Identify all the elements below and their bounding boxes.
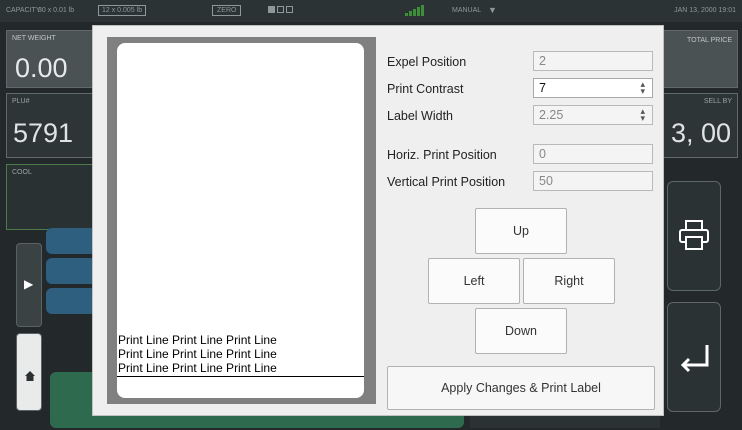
- printer-icon: [679, 220, 709, 250]
- horiz-print-position-field: 0: [533, 144, 653, 164]
- print-contrast-value: 7: [539, 81, 546, 95]
- play-icon: ▶: [24, 277, 34, 291]
- zero-indicator: ZERO: [212, 5, 242, 16]
- cool-label: COOL: [12, 169, 32, 176]
- datetime: JAN 13, 2000 19:01: [674, 7, 736, 14]
- sell-by-label: SELL BY: [703, 98, 732, 105]
- expand-sidebar-button[interactable]: ▶: [16, 243, 42, 327]
- vertical-print-position-field: 50: [533, 171, 653, 191]
- scale-screen: CAPACITY 30 x 0.01 lb 12 x 0.005 lb ZERO…: [0, 0, 742, 430]
- label-width-value: 2.25: [539, 108, 564, 122]
- down-button[interactable]: Down: [475, 308, 567, 354]
- print-line: Print Line Print Line Print Line: [118, 333, 277, 347]
- label-preview: Print Line Print Line Print Line Print L…: [117, 43, 364, 398]
- plu-label: PLU#: [12, 98, 30, 105]
- net-weight-value: 0.00: [15, 53, 68, 83]
- print-button[interactable]: [667, 181, 721, 291]
- right-button[interactable]: Right: [523, 258, 615, 304]
- caret-down-icon[interactable]: ▼: [488, 5, 497, 15]
- label-width-select[interactable]: 2.25 ▴ ▾: [533, 105, 653, 125]
- horiz-print-position-label: Horiz. Print Position: [387, 148, 497, 162]
- plu-panel[interactable]: PLU# 5791: [6, 93, 102, 158]
- vertical-print-position-label: Vertical Print Position: [387, 175, 506, 189]
- enter-button[interactable]: [667, 302, 721, 412]
- expel-position-field: 2: [533, 51, 653, 71]
- up-button[interactable]: Up: [475, 208, 567, 254]
- label-width-label: Label Width: [387, 109, 454, 123]
- print-lines: Print Line Print Line Print Line Print L…: [118, 333, 277, 375]
- label-settings-dialog: Print Line Print Line Print Line Print L…: [92, 25, 664, 416]
- vertical-print-position-value: 50: [539, 174, 553, 188]
- status-boxes-icon: [268, 6, 293, 13]
- spinner-arrows-icon: ▴ ▾: [640, 106, 645, 123]
- capacity-label: CAPACITY: [6, 7, 41, 14]
- horiz-print-position-value: 0: [539, 147, 546, 161]
- home-icon: [24, 370, 36, 385]
- apply-changes-print-label-button[interactable]: Apply Changes & Print Label: [387, 366, 655, 410]
- label-preview-frame: Print Line Print Line Print Line Print L…: [107, 37, 376, 404]
- status-bar: CAPACITY 30 x 0.01 lb 12 x 0.005 lb ZERO…: [0, 0, 742, 22]
- cool-panel[interactable]: COOL: [6, 164, 102, 230]
- expel-position-value: 2: [539, 54, 546, 68]
- left-button[interactable]: Left: [428, 258, 520, 304]
- home-button[interactable]: [16, 333, 42, 411]
- sell-by-value: 3, 00: [670, 118, 731, 148]
- mode-selector[interactable]: MANUAL: [452, 7, 481, 14]
- enter-return-icon: [680, 345, 709, 373]
- expel-position-label: Expel Position: [387, 55, 467, 69]
- category-tab[interactable]: [46, 288, 96, 314]
- print-line: Print Line Print Line Print Line: [118, 347, 277, 361]
- plu-value: 5791: [13, 118, 74, 148]
- total-price-label: TOTAL PRICE: [687, 37, 732, 44]
- print-contrast-select[interactable]: 7 ▴ ▾: [533, 78, 653, 98]
- category-tab[interactable]: [46, 228, 96, 254]
- capacity-range-1: 30 x 0.01 lb: [38, 7, 75, 14]
- sell-by-panel[interactable]: SELL BY 3, 00: [656, 93, 738, 158]
- capacity-range-2: 12 x 0.005 lb: [98, 5, 147, 16]
- signal-strength-icon: [405, 4, 424, 16]
- category-tab[interactable]: [46, 258, 96, 284]
- label-baseline: [117, 376, 364, 377]
- print-line: Print Line Print Line Print Line: [118, 361, 277, 375]
- print-contrast-label: Print Contrast: [387, 82, 464, 96]
- spinner-arrows-icon: ▴ ▾: [640, 79, 645, 96]
- net-weight-label: NET WEIGHT: [12, 35, 56, 42]
- net-weight-panel: NET WEIGHT 0.00: [6, 30, 102, 88]
- total-price-panel: TOTAL PRICE: [656, 30, 738, 88]
